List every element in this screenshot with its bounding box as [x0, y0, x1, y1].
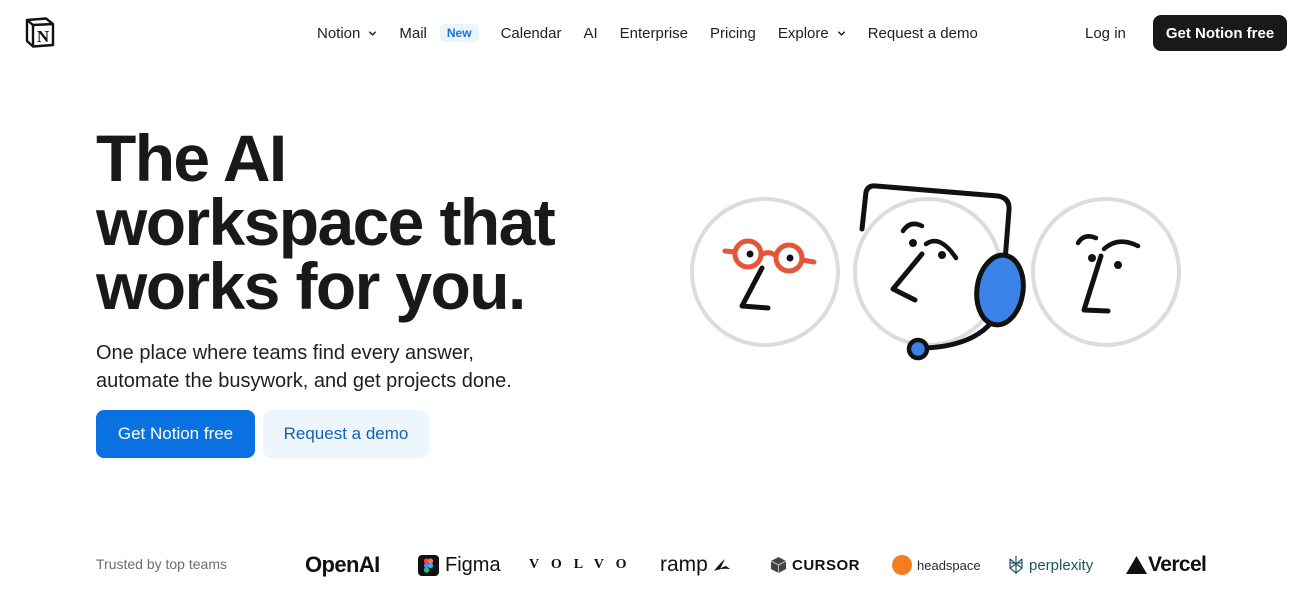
get-notion-free-nav-button[interactable]: Get Notion free [1153, 15, 1287, 51]
headspace-logo: headspace [892, 548, 981, 582]
headline-line: The AI [96, 121, 287, 195]
subhead-line: One place where teams find every answer, [96, 342, 474, 364]
nav-item-mail[interactable]: Mail New [388, 14, 489, 52]
volvo-logo: VOLVO [529, 548, 639, 582]
chevron-down-icon [369, 30, 377, 36]
perplexity-logo: perplexity [1008, 548, 1093, 582]
nav-item-request-demo[interactable]: Request a demo [857, 14, 989, 52]
nav-item-label: Enterprise [619, 24, 688, 42]
figma-icon [418, 554, 439, 576]
top-navigation: N Notion Mail New Calendar AI Enterprise… [0, 0, 1312, 66]
ramp-logo: ramp [660, 548, 732, 582]
nav-item-label: Mail [399, 24, 427, 42]
perplexity-logo-text: perplexity [1029, 556, 1094, 574]
chevron-down-icon [837, 30, 845, 36]
ramp-icon [713, 559, 730, 571]
nav-item-label: Pricing [710, 24, 756, 42]
nav-item-calendar[interactable]: Calendar [490, 14, 573, 52]
cursor-logo: CURSOR [770, 548, 860, 582]
openai-logo-text: OpenAI [305, 552, 380, 577]
nav-item-pricing[interactable]: Pricing [699, 14, 767, 52]
login-link[interactable]: Log in [1072, 14, 1139, 52]
nav-item-label: AI [583, 24, 598, 42]
nav-item-enterprise[interactable]: Enterprise [609, 14, 699, 52]
ramp-logo-text: ramp [660, 553, 708, 576]
notion-logo-icon[interactable]: N [24, 17, 55, 48]
logo-letter: N [37, 27, 50, 46]
figma-logo: Figma [418, 548, 501, 582]
openai-logo: OpenAI [305, 548, 380, 582]
headline-line: workspace that [96, 185, 556, 259]
headspace-logo-text: headspace [917, 557, 981, 573]
request-demo-button[interactable]: Request a demo [263, 410, 429, 458]
subhead-line: automate the busywork, and get projects … [96, 370, 512, 392]
nav-item-label: Notion [317, 24, 361, 42]
headline-line: works for you. [96, 249, 526, 323]
main-menu: Notion Mail New Calendar AI Enterprise P… [306, 14, 989, 52]
get-notion-free-button[interactable]: Get Notion free [96, 410, 255, 458]
face-with-glasses-illustration [690, 197, 840, 347]
vercel-logo-text: Vercel [1148, 553, 1207, 576]
vercel-triangle-icon [1126, 556, 1147, 574]
perplexity-icon [1009, 556, 1023, 574]
nav-item-label: Explore [777, 24, 829, 42]
nav-item-label: Calendar [500, 24, 562, 42]
face-with-headset-illustration [853, 183, 1026, 361]
cursor-icon [770, 557, 787, 573]
nav-item-label: Request a demo [867, 24, 978, 42]
hero-faces-illustration [690, 183, 1181, 361]
nav-item-ai[interactable]: AI [572, 14, 608, 52]
hero-headline: The AI workspace that works for you. [96, 121, 656, 323]
nav-item-explore[interactable]: Explore [767, 14, 857, 52]
face-illustration [1031, 197, 1181, 347]
figma-logo-text: Figma [445, 553, 501, 576]
hero-subheading: One place where teams find every answer,… [96, 339, 656, 395]
new-badge: New [439, 24, 479, 42]
vercel-logo: Vercel [1126, 548, 1207, 582]
headspace-icon [892, 555, 912, 575]
cursor-logo-text: CURSOR [792, 556, 861, 574]
volvo-logo-text: VOLVO [529, 557, 639, 572]
trusted-by-label: Trusted by top teams [96, 556, 227, 572]
nav-item-notion[interactable]: Notion [306, 14, 388, 52]
